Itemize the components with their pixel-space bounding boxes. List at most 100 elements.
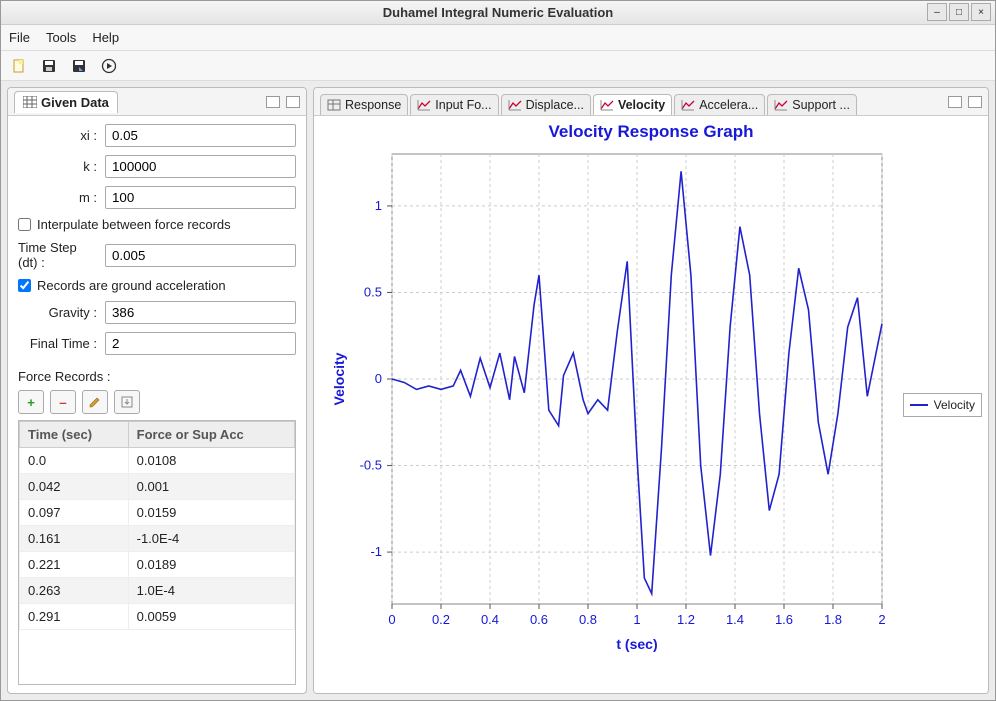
- open-button[interactable]: [69, 56, 89, 76]
- tab-input-fo[interactable]: Input Fo...: [410, 94, 498, 115]
- panel-minimize-button[interactable]: [266, 96, 280, 108]
- tab-displace[interactable]: Displace...: [501, 94, 591, 115]
- cell-time: 0.263: [20, 578, 129, 604]
- given-data-tab-label: Given Data: [41, 95, 109, 110]
- edit-record-button[interactable]: [82, 390, 108, 414]
- m-input[interactable]: [105, 186, 296, 209]
- menu-help[interactable]: Help: [92, 30, 119, 45]
- open-icon: [71, 58, 87, 74]
- import-record-button[interactable]: [114, 390, 140, 414]
- cell-time: 0.097: [20, 500, 129, 526]
- tab-label: Displace...: [526, 98, 584, 112]
- svg-text:1.8: 1.8: [824, 612, 842, 627]
- given-data-panel: Given Data xi : k : m :: [7, 87, 307, 694]
- new-file-button[interactable]: [9, 56, 29, 76]
- new-file-icon: [11, 58, 27, 74]
- save-icon: [41, 58, 57, 74]
- table-icon: [327, 99, 341, 111]
- chart-icon: [600, 99, 614, 111]
- chart-icon: [417, 99, 431, 111]
- cell-force: 0.0108: [128, 448, 294, 474]
- svg-text:1.2: 1.2: [677, 612, 695, 627]
- final-time-input[interactable]: [105, 332, 296, 355]
- svg-text:t (sec): t (sec): [616, 636, 657, 652]
- tab-label: Velocity: [618, 98, 665, 112]
- tab-accelera[interactable]: Accelera...: [674, 94, 765, 115]
- cell-force: 1.0E-4: [128, 578, 294, 604]
- chart-tabs: Response Input Fo... Displace... Velocity Ac…: [314, 88, 988, 116]
- table-row[interactable]: 0.2631.0E-4: [20, 578, 295, 604]
- force-records-table[interactable]: Time (sec) Force or Sup Acc 0.00.01080.0…: [19, 421, 295, 630]
- menu-tools[interactable]: Tools: [46, 30, 76, 45]
- table-row[interactable]: 0.0420.001: [20, 474, 295, 500]
- tab-label: Accelera...: [699, 98, 758, 112]
- chart-icon: [774, 99, 788, 111]
- svg-text:-1: -1: [370, 544, 382, 559]
- play-icon: [101, 58, 117, 74]
- m-label: m :: [18, 190, 105, 205]
- table-row[interactable]: 0.2910.0059: [20, 604, 295, 630]
- svg-text:-0.5: -0.5: [360, 458, 382, 473]
- table-row[interactable]: 0.0970.0159: [20, 500, 295, 526]
- save-button[interactable]: [39, 56, 59, 76]
- minimize-button[interactable]: –: [927, 3, 947, 21]
- cell-force: 0.0059: [128, 604, 294, 630]
- cell-force: 0.001: [128, 474, 294, 500]
- cell-force: -1.0E-4: [128, 526, 294, 552]
- window-title: Duhamel Integral Numeric Evaluation: [383, 5, 613, 20]
- chart-panel-minimize-button[interactable]: [948, 96, 962, 108]
- svg-text:0.2: 0.2: [432, 612, 450, 627]
- import-icon: [120, 395, 134, 409]
- col-time-header[interactable]: Time (sec): [20, 422, 129, 448]
- velocity-chart: 00.20.40.60.811.21.41.61.82-1-0.500.51t …: [322, 144, 972, 684]
- maximize-button[interactable]: □: [949, 3, 969, 21]
- titlebar: Duhamel Integral Numeric Evaluation – □ …: [1, 1, 995, 25]
- cell-time: 0.291: [20, 604, 129, 630]
- close-button[interactable]: ×: [971, 3, 991, 21]
- minus-icon: –: [59, 395, 66, 410]
- interpolate-checkbox[interactable]: [18, 218, 31, 231]
- cell-time: 0.161: [20, 526, 129, 552]
- plus-icon: +: [27, 395, 35, 410]
- k-input[interactable]: [105, 155, 296, 178]
- menu-file[interactable]: File: [9, 30, 30, 45]
- final-time-label: Final Time :: [18, 336, 105, 351]
- tab-velocity[interactable]: Velocity: [593, 94, 672, 115]
- svg-text:0.6: 0.6: [530, 612, 548, 627]
- run-button[interactable]: [99, 56, 119, 76]
- cell-force: 0.0189: [128, 552, 294, 578]
- remove-record-button[interactable]: –: [50, 390, 76, 414]
- dt-input[interactable]: [105, 244, 296, 267]
- pencil-icon: [88, 395, 102, 409]
- svg-text:1.6: 1.6: [775, 612, 793, 627]
- svg-text:0.8: 0.8: [579, 612, 597, 627]
- table-row[interactable]: 0.161-1.0E-4: [20, 526, 295, 552]
- data-icon: [23, 96, 37, 108]
- cell-time: 0.042: [20, 474, 129, 500]
- svg-text:0.5: 0.5: [364, 284, 382, 299]
- cell-time: 0.0: [20, 448, 129, 474]
- svg-text:0: 0: [388, 612, 395, 627]
- force-records-label: Force Records :: [18, 369, 296, 384]
- panel-maximize-button[interactable]: [286, 96, 300, 108]
- svg-text:1: 1: [375, 198, 382, 213]
- add-record-button[interactable]: +: [18, 390, 44, 414]
- svg-text:Velocity: Velocity: [331, 352, 347, 405]
- ground-accel-label: Records are ground acceleration: [37, 278, 226, 293]
- tab-label: Input Fo...: [435, 98, 491, 112]
- tab-response[interactable]: Response: [320, 94, 408, 115]
- chart-panel-maximize-button[interactable]: [968, 96, 982, 108]
- tab-support[interactable]: Support ...: [767, 94, 857, 115]
- col-force-header[interactable]: Force or Sup Acc: [128, 422, 294, 448]
- gravity-input[interactable]: [105, 301, 296, 324]
- given-data-tab[interactable]: Given Data: [14, 91, 118, 113]
- table-row[interactable]: 0.2210.0189: [20, 552, 295, 578]
- table-row[interactable]: 0.00.0108: [20, 448, 295, 474]
- svg-text:2: 2: [878, 612, 885, 627]
- svg-text:1: 1: [633, 612, 640, 627]
- menubar: File Tools Help: [1, 25, 995, 51]
- ground-accel-checkbox[interactable]: [18, 279, 31, 292]
- chart-icon: [508, 99, 522, 111]
- xi-input[interactable]: [105, 124, 296, 147]
- interpolate-label: Interpulate between force records: [37, 217, 231, 232]
